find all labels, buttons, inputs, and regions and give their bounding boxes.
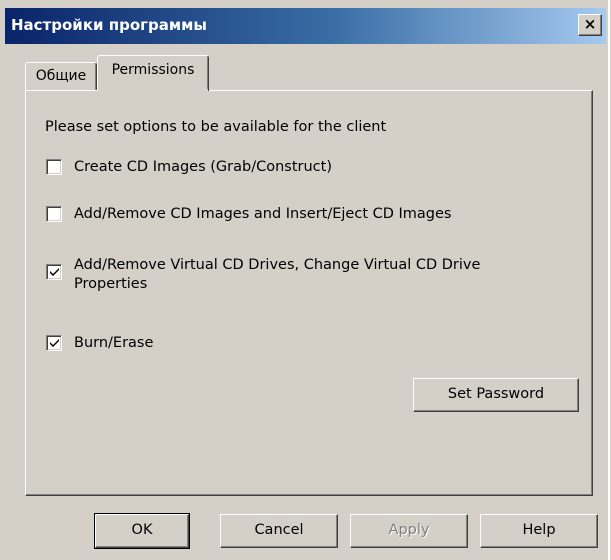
close-icon: × bbox=[583, 15, 597, 33]
add-remove-cd-images-checkbox[interactable] bbox=[46, 206, 62, 222]
tab-permissions[interactable]: Permissions bbox=[97, 55, 209, 91]
set-password-button[interactable]: Set Password bbox=[413, 378, 579, 412]
checkmark-icon bbox=[50, 339, 59, 347]
burn-erase-checkbox[interactable] bbox=[46, 335, 62, 351]
virtual-cd-drives-label-line2[interactable]: Properties bbox=[74, 274, 147, 294]
virtual-cd-drives-checkbox[interactable] bbox=[46, 264, 62, 280]
create-cd-images-label[interactable]: Create CD Images (Grab/Construct) bbox=[74, 157, 332, 177]
burn-erase-label[interactable]: Burn/Erase bbox=[74, 333, 153, 353]
create-cd-images-checkbox[interactable] bbox=[46, 159, 62, 175]
tab-general-label: Общие bbox=[35, 68, 87, 84]
close-button[interactable]: × bbox=[578, 14, 602, 36]
help-button[interactable]: Help bbox=[480, 514, 598, 548]
window-title: Настройки программы bbox=[11, 16, 207, 34]
cancel-button[interactable]: Cancel bbox=[220, 514, 338, 548]
ok-button[interactable]: OK bbox=[94, 513, 190, 549]
window-edge bbox=[608, 0, 610, 560]
permissions-intro: Please set options to be available for t… bbox=[45, 119, 387, 135]
settings-dialog: Настройки программы × Общие Permissions … bbox=[0, 0, 611, 560]
title-bar[interactable]: Настройки программы × bbox=[5, 8, 606, 44]
active-tab-joint bbox=[98, 89, 208, 92]
tab-permissions-label: Permissions bbox=[111, 62, 195, 78]
tab-general[interactable]: Общие bbox=[25, 62, 97, 92]
virtual-cd-drives-label-line1[interactable]: Add/Remove Virtual CD Drives, Change Vir… bbox=[74, 255, 480, 275]
add-remove-cd-images-label[interactable]: Add/Remove CD Images and Insert/Eject CD… bbox=[74, 204, 452, 224]
apply-button[interactable]: Apply bbox=[350, 514, 468, 548]
checkmark-icon bbox=[50, 268, 59, 276]
